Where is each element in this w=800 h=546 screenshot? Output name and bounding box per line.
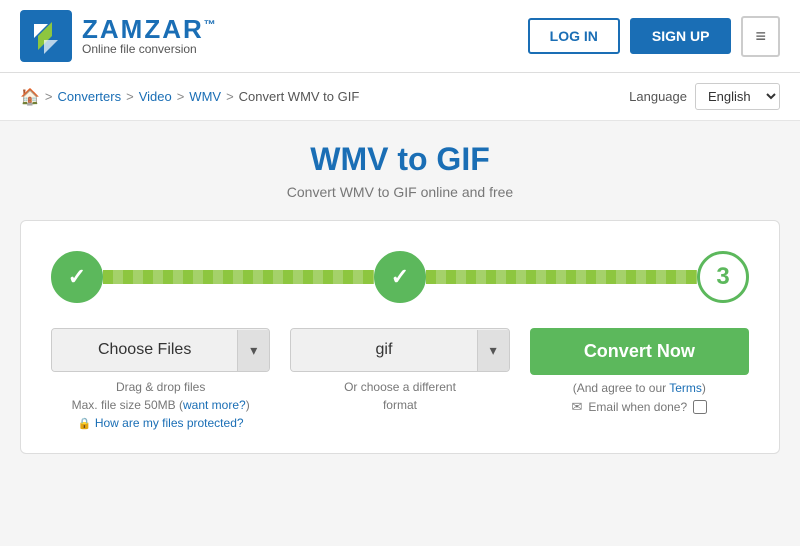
- logo-area: ZAMZAR™ Online file conversion: [20, 10, 218, 62]
- choose-files-col: Choose Files ▾ Drag & drop files Max. fi…: [51, 328, 270, 433]
- breadcrumb-current: Convert WMV to GIF: [239, 89, 360, 104]
- logo-tagline: Online file conversion: [82, 42, 218, 56]
- language-select[interactable]: English French German Spanish: [695, 83, 780, 110]
- email-checkbox[interactable]: [693, 400, 707, 414]
- convert-button[interactable]: Convert Now: [530, 328, 749, 375]
- header-buttons: LOG IN SIGN UP ≡: [528, 16, 780, 57]
- choose-files-dropdown-icon[interactable]: ▾: [237, 330, 269, 371]
- converter-box: ✓ ✓ 3 Choose Files ▾ Drag & drop files M…: [20, 220, 780, 454]
- terms-link[interactable]: Terms: [669, 381, 702, 395]
- language-area: Language English French German Spanish: [629, 83, 780, 110]
- breadcrumb-converters[interactable]: Converters: [58, 89, 122, 104]
- zamzar-logo-icon: [20, 10, 72, 62]
- lock-icon: 🔒: [78, 418, 92, 430]
- format-main[interactable]: gif: [291, 329, 476, 371]
- email-icon: ✉: [572, 399, 583, 415]
- main-content: WMV to GIF Convert WMV to GIF online and…: [0, 121, 800, 474]
- format-button[interactable]: gif ▾: [290, 328, 509, 372]
- format-dropdown-icon[interactable]: ▾: [477, 330, 509, 371]
- header: ZAMZAR™ Online file conversion LOG IN SI…: [0, 0, 800, 73]
- format-info: Or choose a different format: [344, 378, 456, 414]
- signup-button[interactable]: SIGN UP: [630, 18, 732, 54]
- breadcrumb-wmv[interactable]: WMV: [189, 89, 221, 104]
- convert-info: (And agree to our Terms) ✉ Email when do…: [572, 381, 708, 415]
- action-row: Choose Files ▾ Drag & drop files Max. fi…: [51, 328, 749, 433]
- breadcrumb-bar: 🏠 > Converters > Video > WMV > Convert W…: [0, 73, 800, 121]
- file-protection-link[interactable]: How are my files protected?: [95, 416, 244, 430]
- format-col: gif ▾ Or choose a different format: [290, 328, 509, 414]
- language-label: Language: [629, 89, 687, 104]
- steps-bar: ✓ ✓ 3: [51, 251, 749, 303]
- step-1-circle: ✓: [51, 251, 103, 303]
- want-more-link[interactable]: want more?: [183, 398, 246, 412]
- breadcrumb-video[interactable]: Video: [139, 89, 172, 104]
- logo-name: ZAMZAR™: [82, 16, 218, 42]
- breadcrumb: 🏠 > Converters > Video > WMV > Convert W…: [20, 87, 359, 107]
- home-icon[interactable]: 🏠: [20, 87, 40, 107]
- email-row: ✉ Email when done?: [572, 399, 708, 415]
- choose-files-main[interactable]: Choose Files: [52, 329, 237, 371]
- page-title: WMV to GIF: [20, 141, 780, 178]
- convert-col: Convert Now (And agree to our Terms) ✉ E…: [530, 328, 749, 415]
- step-line-2: [426, 270, 697, 284]
- choose-files-info: Drag & drop files Max. file size 50MB (w…: [72, 378, 250, 433]
- step-3-circle: 3: [697, 251, 749, 303]
- login-button[interactable]: LOG IN: [528, 18, 620, 54]
- choose-files-button[interactable]: Choose Files ▾: [51, 328, 270, 372]
- page-subtitle: Convert WMV to GIF online and free: [20, 184, 780, 200]
- menu-button[interactable]: ≡: [741, 16, 780, 57]
- step-2-circle: ✓: [374, 251, 426, 303]
- step-line-1: [103, 270, 374, 284]
- logo-text: ZAMZAR™ Online file conversion: [82, 16, 218, 56]
